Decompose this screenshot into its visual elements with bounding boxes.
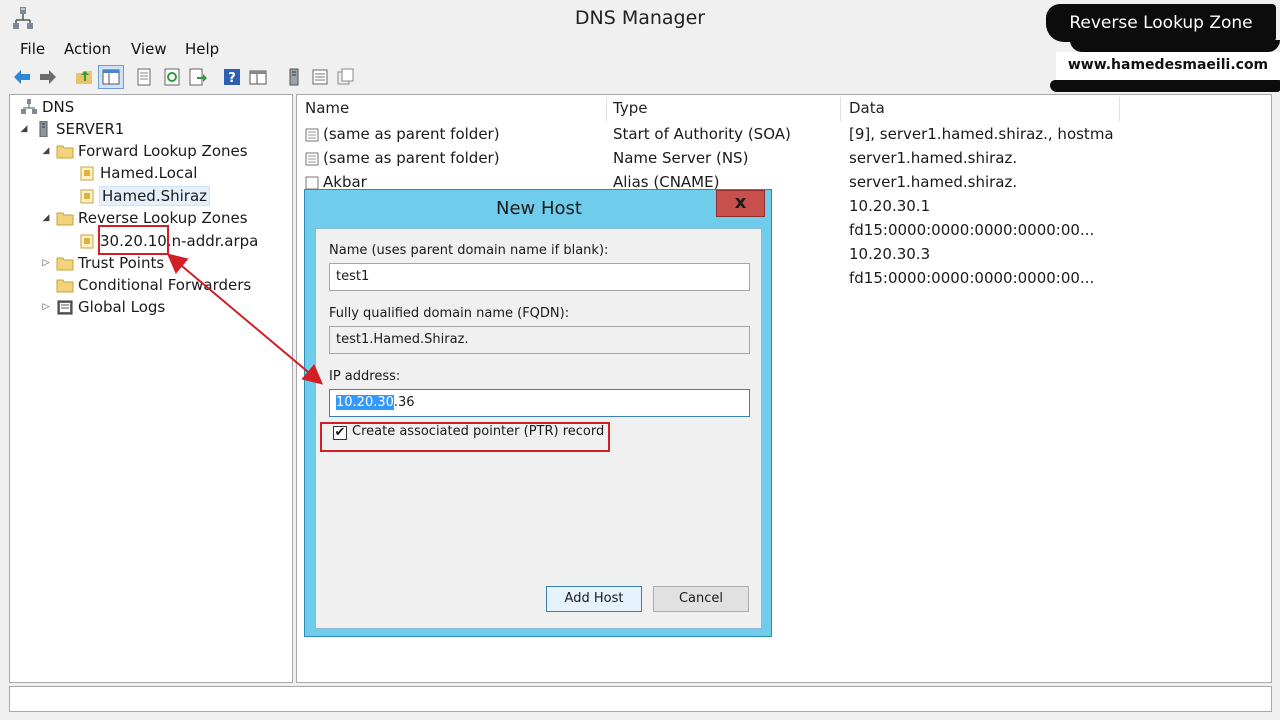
collapsed-arrow-icon[interactable]: ▷ xyxy=(40,302,52,312)
banner-title: Reverse Lookup Zone xyxy=(1046,4,1276,42)
cell-name: (same as parent folder) xyxy=(323,125,500,143)
ip-label: IP address: xyxy=(329,369,401,384)
dns-icon xyxy=(21,99,37,114)
zone-icon xyxy=(80,234,94,249)
tree-label-server1: SERVER1 xyxy=(56,120,125,138)
refresh-icon[interactable] xyxy=(162,67,182,87)
menu-view[interactable]: View xyxy=(131,40,167,58)
folder-icon xyxy=(56,279,74,293)
back-icon[interactable] xyxy=(12,67,32,87)
record-icon xyxy=(305,128,319,142)
server-icon xyxy=(39,121,48,137)
column-header-data[interactable]: Data xyxy=(849,99,885,121)
up-folder-icon[interactable] xyxy=(74,67,94,87)
reverse-zone-suffix: n-addr.arpa xyxy=(171,232,259,250)
column-header-name[interactable]: Name xyxy=(305,99,349,121)
tree-node-server1[interactable]: ◢ SERVER1 xyxy=(18,118,125,140)
tree-label-forward: Forward Lookup Zones xyxy=(78,142,248,160)
cell-type: Start of Authority (SOA) xyxy=(613,125,791,143)
record-icon xyxy=(305,176,319,190)
tree-label-forwarders: Conditional Forwarders xyxy=(78,276,252,294)
zone-icon xyxy=(80,166,94,181)
forward-icon[interactable] xyxy=(38,67,58,87)
banner-stroke xyxy=(1050,80,1280,92)
zone-icon xyxy=(80,189,94,204)
tree-label-zone: Hamed.Local xyxy=(100,164,198,182)
tree-node-dns[interactable]: DNS xyxy=(16,96,74,118)
fqdn-label: Fully qualified domain name (FQDN): xyxy=(329,306,570,321)
cell-data: [9], server1.hamed.shiraz., hostma... xyxy=(849,125,1115,143)
table-row[interactable]: (same as parent folder) Start of Authori… xyxy=(297,123,1267,147)
annotation-box-ptr xyxy=(320,422,610,452)
ip-selected-text: 10.20.30 xyxy=(336,395,394,410)
tree-node-conditional-forwarders[interactable]: Conditional Forwarders xyxy=(52,274,251,296)
ip-address-input[interactable]: 10.20.30.36 xyxy=(329,389,750,417)
expanded-arrow-icon[interactable]: ◢ xyxy=(40,146,52,156)
menu-help[interactable]: Help xyxy=(185,40,219,58)
tree-label-logs: Global Logs xyxy=(78,298,166,316)
add-host-button[interactable]: Add Host xyxy=(546,586,642,612)
tree-label-trust: Trust Points xyxy=(78,254,165,272)
record-icon xyxy=(305,152,319,166)
tree-node-hamed-local[interactable]: Hamed.Local xyxy=(74,162,197,184)
server-icon[interactable] xyxy=(284,67,304,87)
help-icon[interactable]: ? xyxy=(222,67,242,87)
collapsed-arrow-icon[interactable]: ▷ xyxy=(40,258,52,268)
console-tree[interactable]: DNS ◢ SERVER1 ◢ Forward Lookup Zones Ham… xyxy=(9,94,293,683)
export-list-icon[interactable] xyxy=(188,67,208,87)
fqdn-field: test1.Hamed.Shiraz. xyxy=(329,326,750,354)
banner-stroke xyxy=(1070,40,1280,52)
table-row[interactable]: (same as parent folder) Name Server (NS)… xyxy=(297,147,1267,171)
host-name-input[interactable]: test1 xyxy=(329,263,750,291)
name-label: Name (uses parent domain name if blank): xyxy=(329,243,609,258)
banner-site: www.hamedesmaeili.com xyxy=(1056,52,1280,80)
console-icon[interactable] xyxy=(248,67,268,87)
list-icon[interactable] xyxy=(310,67,330,87)
cancel-button[interactable]: Cancel xyxy=(653,586,749,612)
cell-type: Name Server (NS) xyxy=(613,149,749,167)
dialog-title: New Host xyxy=(496,198,582,219)
column-header-type[interactable]: Type xyxy=(613,99,647,121)
cell-data: 10.20.30.1 xyxy=(849,197,931,215)
column-divider[interactable] xyxy=(1119,97,1120,121)
tree-node-forward-lookup-zones[interactable]: ◢ Forward Lookup Zones xyxy=(40,140,248,162)
column-divider[interactable] xyxy=(606,97,607,121)
new-host-dialog: New Host x Name (uses parent domain name… xyxy=(304,189,772,637)
cell-data: server1.hamed.shiraz. xyxy=(849,173,1018,191)
tree-node-hamed-shiraz[interactable]: Hamed.Shiraz xyxy=(74,185,211,207)
svg-text:?: ? xyxy=(228,71,236,86)
column-divider[interactable] xyxy=(840,97,841,121)
records-icon[interactable] xyxy=(336,67,356,87)
annotation-box-zone xyxy=(98,225,169,255)
cell-data: fd15:0000:0000:0000:0000:00... xyxy=(849,221,1095,239)
show-hide-tree-icon[interactable] xyxy=(98,65,124,89)
tree-node-global-logs[interactable]: ▷ Global Logs xyxy=(40,296,166,318)
folder-icon xyxy=(56,257,74,271)
cell-data: 10.20.30.3 xyxy=(849,245,931,263)
properties-icon[interactable] xyxy=(134,67,154,87)
log-icon xyxy=(57,300,73,315)
tree-label-dns: DNS xyxy=(42,98,75,116)
folder-icon xyxy=(56,145,74,159)
tree-node-trust-points[interactable]: ▷ Trust Points xyxy=(40,252,165,274)
expanded-arrow-icon[interactable]: ◢ xyxy=(40,213,52,223)
cell-data: server1.hamed.shiraz. xyxy=(849,149,1018,167)
close-button[interactable]: x xyxy=(716,190,765,217)
status-bar xyxy=(9,686,1272,712)
menu-action[interactable]: Action xyxy=(64,40,111,58)
ip-rest-text: .36 xyxy=(393,395,415,410)
tree-label-zone: Hamed.Shiraz xyxy=(98,186,211,206)
menu-file[interactable]: File xyxy=(20,40,45,58)
cell-name: (same as parent folder) xyxy=(323,149,500,167)
cell-data: fd15:0000:0000:0000:0000:00... xyxy=(849,269,1095,287)
expanded-arrow-icon[interactable]: ◢ xyxy=(18,124,30,134)
folder-icon xyxy=(56,212,74,226)
